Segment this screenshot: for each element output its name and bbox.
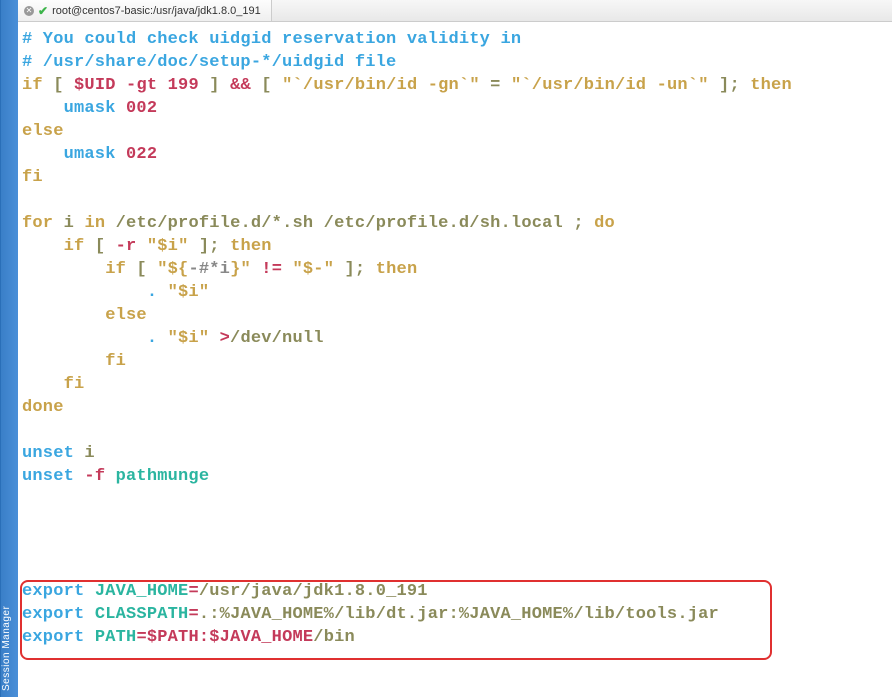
comment-line: # You could check uidgid reservation val… — [22, 30, 521, 49]
main-area: ✕ ✔ root@centos7-basic:/usr/java/jdk1.8.… — [18, 0, 892, 697]
tab-title: root@centos7-basic:/usr/java/jdk1.8.0_19… — [52, 5, 261, 17]
code-content: # You could check uidgid reservation val… — [22, 28, 888, 649]
session-manager-sidebar[interactable]: Session Manager — [0, 0, 18, 697]
terminal-viewport[interactable]: # You could check uidgid reservation val… — [18, 22, 892, 697]
comment-line: # /usr/share/doc/setup-*/uidgid file — [22, 53, 396, 72]
close-icon[interactable]: ✕ — [24, 6, 34, 16]
terminal-tab[interactable]: ✕ ✔ root@centos7-basic:/usr/java/jdk1.8.… — [18, 0, 272, 21]
tab-bar: ✕ ✔ root@centos7-basic:/usr/java/jdk1.8.… — [18, 0, 892, 22]
check-icon: ✔ — [38, 4, 48, 18]
